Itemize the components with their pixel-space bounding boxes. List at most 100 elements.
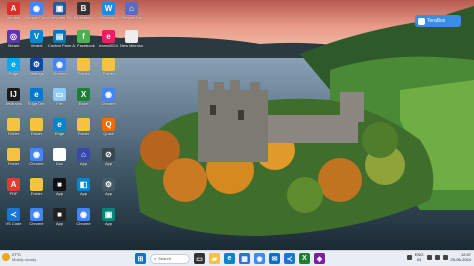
desktop-icon-label: Acrobat (6, 16, 21, 20)
desktop-icon-label: PDF (9, 192, 18, 196)
app-icon: ⊘ (102, 148, 115, 161)
weather-widget[interactable]: 27°C Mostly cloudy (2, 252, 36, 262)
chrome-icon[interactable]: ◉ (254, 253, 265, 264)
folder-icon (102, 58, 115, 71)
weather-text: 27°C Mostly cloudy (12, 252, 36, 262)
desktop-icon[interactable]: ⌂ Recycle Bin (120, 2, 143, 26)
desktop-icon-label: Folder (77, 72, 90, 76)
desktop-icon[interactable]: e Edge (2, 58, 25, 82)
document-icon (125, 30, 138, 43)
terabox-label: TeraBox (427, 18, 446, 24)
app-icon: ▭ (53, 88, 66, 101)
desktop-icon-label: Quick (103, 132, 114, 136)
desktop-icon[interactable]: ◎ Steam (2, 30, 25, 54)
desktop-icon-label: App (55, 222, 64, 226)
task-view-icon[interactable]: ▭ (194, 253, 205, 264)
weather-condition: Mostly cloudy (12, 257, 37, 262)
desktop-icon[interactable]: A PDF (2, 178, 25, 202)
language-indicator[interactable]: ENG IN (415, 252, 424, 262)
clock-date: 29-06-2024 (450, 257, 471, 262)
language-bottom: IN (417, 257, 422, 262)
desktop-icon-label: Folder (102, 72, 115, 76)
steam-icon: ◎ (7, 30, 20, 43)
desktop-icon[interactable]: Q Quick (97, 118, 120, 142)
taskbar-search-box[interactable]: ⌕ Search (150, 253, 190, 264)
chevron-up-icon[interactable] (406, 254, 412, 260)
desktop-icon[interactable]: Folder (97, 58, 120, 82)
wifi-icon[interactable] (426, 254, 432, 260)
desktop-icon[interactable]: ◧ App (72, 178, 95, 202)
battery-icon[interactable] (442, 254, 448, 260)
chrome-icon: ◉ (53, 58, 66, 71)
terabox-icon (418, 17, 425, 25)
desktop-icon[interactable]: V Vivaldi (25, 30, 48, 54)
store-icon[interactable]: ▦ (239, 253, 250, 264)
app-icon[interactable]: ◈ (314, 253, 325, 264)
desktop-icon[interactable]: ▤ Control Panel (48, 30, 71, 54)
clock[interactable]: 12:57 29-06-2024 (451, 252, 471, 262)
desktop-icon[interactable]: A Acrobat (2, 2, 25, 26)
taskbar: 27°C Mostly cloudy ⊞ ⌕ Search ▭ ▰ e ▦ ◉ ✉ ≺ X ◈ ENG… (0, 250, 474, 266)
desktop-icon-label: Chrome (101, 102, 116, 106)
desktop-icon-label: App (55, 192, 64, 196)
volume-icon[interactable] (434, 254, 440, 260)
app-icon: f (77, 30, 90, 43)
desktop-icon[interactable]: Folder (25, 178, 48, 202)
desktop-icon-label: Settings (29, 72, 44, 76)
desktop-icon[interactable]: ◉ Chrome (25, 148, 48, 172)
desktop-icon[interactable]: X Excel (72, 88, 95, 112)
desktop-icon[interactable]: f A. Facebook (72, 30, 95, 54)
app-icon: ⚙ (102, 178, 115, 191)
app-icon: ■ (53, 178, 66, 191)
edge-icon: e (7, 58, 20, 71)
excel-icon[interactable]: X (299, 253, 310, 264)
terabox-widget[interactable]: TeraBox (415, 15, 461, 27)
desktop-icon[interactable]: B Bluestacks (72, 2, 95, 26)
folder-icon[interactable]: ▰ (209, 253, 220, 264)
desktop-icon[interactable]: ◉ Chrome (48, 58, 71, 82)
desktop-icon[interactable]: e Edge Dev (25, 88, 48, 112)
desktop-icon[interactable]: ⚙ App (97, 178, 120, 202)
desktop-icon[interactable]: Folder (2, 118, 25, 142)
desktop-icon-label: Folder (77, 132, 90, 136)
pdf-icon: A (7, 2, 20, 15)
desktop-icon[interactable]: ■ App (48, 178, 71, 202)
desktop-icon-label: exam2024 (99, 44, 118, 48)
desktop-icon[interactable]: ◉ Chrome (25, 208, 48, 232)
desktop-icon[interactable]: e exam2024 (97, 30, 120, 54)
desktop-icon[interactable]: ⌂ App (72, 148, 95, 172)
desktop-icon[interactable]: Folder (2, 148, 25, 172)
desktop-icon[interactable]: ◉ Chrome (72, 208, 95, 232)
desktop-icon[interactable]: Folder (72, 118, 95, 142)
document-icon (53, 148, 66, 161)
desktop-icon-label: Folder (30, 192, 43, 196)
folder-icon (30, 118, 43, 131)
desktop-icon[interactable]: New Microsoft (120, 30, 143, 54)
desktop-icon-label: Google Chrome (25, 16, 48, 20)
desktop-icon[interactable]: ⊘ App (97, 148, 120, 172)
desktop-icon[interactable]: ■ App (48, 208, 71, 232)
desktop-icon[interactable]: ⚙ Settings (25, 58, 48, 82)
desktop-icon-label: Chrome (52, 72, 67, 76)
desktop-icon[interactable]: Folder (25, 118, 48, 142)
desktop-icon[interactable]: ▣Computer Fest (48, 2, 71, 26)
desktop-icon[interactable]: ▣ App (97, 208, 120, 232)
desktop-icon[interactable]: W WhatsApp (97, 2, 120, 26)
edge-icon: e (30, 88, 43, 101)
desktop-icon[interactable]: Doc (48, 148, 71, 172)
windows-start-icon[interactable]: ⊞ (135, 253, 146, 264)
desktop-icon-label: Recycle Bin (120, 16, 143, 20)
edge-icon: e (53, 118, 66, 131)
desktop-icon[interactable]: ◉Google Chrome (25, 2, 48, 26)
settings-icon: ⚙ (30, 58, 43, 71)
desktop-icon[interactable]: IJ JetBrains (2, 88, 25, 112)
desktop-icon[interactable]: ≺ VS Code (2, 208, 25, 232)
desktop-icon[interactable]: Folder (72, 58, 95, 82)
mail-icon[interactable]: ✉ (269, 253, 280, 264)
desktop-icon[interactable]: ▭ File (48, 88, 71, 112)
desktop-icon-label: Folder (7, 162, 20, 166)
desktop-icon[interactable]: e Edge (48, 118, 71, 142)
edge-icon[interactable]: e (224, 253, 235, 264)
desktop-icon[interactable]: ◉ Chrome (97, 88, 120, 112)
vscode-icon[interactable]: ≺ (284, 253, 295, 264)
